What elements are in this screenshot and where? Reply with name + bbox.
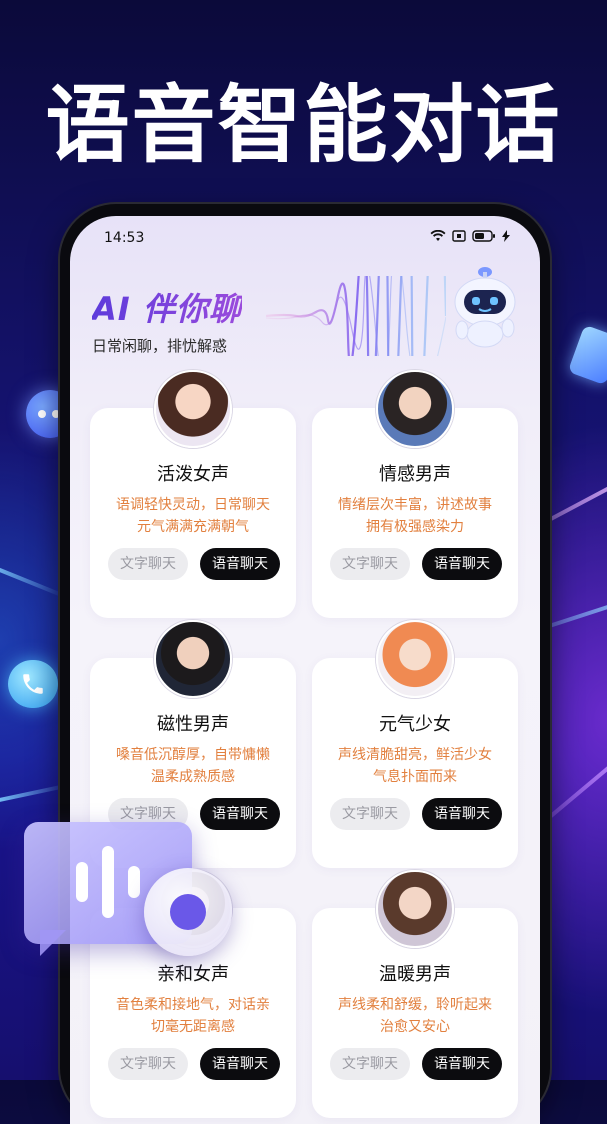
voice-description-line: 情绪层次丰富，讲述故事 (338, 497, 492, 513)
voice-chat-button[interactable]: 语音聊天 (422, 798, 502, 830)
voice-description: 情绪层次丰富，讲述故事 拥有极强感染力 (322, 494, 508, 538)
voice-description-line: 治愈又安心 (380, 1019, 450, 1035)
voice-description-line: 音色柔和接地气，对话亲 (116, 997, 270, 1013)
voice-description-line: 声线柔和舒缓，聆听起来 (338, 997, 492, 1013)
voice-name: 亲和女声 (157, 964, 229, 985)
audio-bar (128, 866, 140, 898)
robot-mascot-icon (454, 267, 516, 348)
brand-title: AI 伴你聊 (92, 284, 242, 330)
voice-description: 语调轻快灵动，日常聊天 元气满满充满朝气 (100, 494, 286, 538)
status-time: 14:53 (104, 230, 145, 246)
sound-wave-icon (266, 276, 446, 356)
floating-card-decoration (567, 324, 607, 386)
voice-description: 音色柔和接地气，对话亲 切毫无距离感 (100, 994, 286, 1038)
text-chat-button[interactable]: 文字聊天 (330, 548, 410, 580)
wifi-icon (430, 230, 446, 241)
battery-icon (472, 230, 495, 242)
voice-chat-button[interactable]: 语音聊天 (422, 1048, 502, 1080)
promo-headline: 语音智能对话 (45, 76, 562, 174)
record-icon (144, 868, 232, 956)
voice-description: 嗓音低沉醇厚，自带慵懒 温柔成熟质感 (100, 744, 286, 788)
voice-description-line: 语调轻快灵动，日常聊天 (116, 497, 270, 513)
voice-description-line: 嗓音低沉醇厚，自带慵懒 (116, 747, 270, 763)
sim-icon (452, 230, 466, 242)
text-chat-button[interactable]: 文字聊天 (330, 798, 410, 830)
charging-icon (502, 230, 510, 242)
voice-name: 元气少女 (379, 714, 451, 735)
voice-card[interactable]: 温暖男声 声线柔和舒缓，聆听起来 治愈又安心 文字聊天 语音聊天 (312, 870, 518, 1118)
voice-chat-button[interactable]: 语音聊天 (422, 548, 502, 580)
avatar (376, 870, 454, 948)
audio-bar (76, 862, 88, 902)
voice-description-line: 元气满满充满朝气 (137, 519, 249, 535)
voice-description-line: 切毫无距离感 (151, 1019, 235, 1035)
tagline: 日常闲聊，排忧解惑 (92, 337, 228, 355)
phone-frame: 14:53 AI 伴你聊 日常闲聊，排忧解惑 活泼女声 语调轻快灵动，日常聊天 … (60, 204, 550, 1124)
voice-description-line: 拥有极强感染力 (366, 519, 464, 535)
avatar (376, 370, 454, 448)
text-chat-button[interactable]: 文字聊天 (108, 548, 188, 580)
voice-description: 声线清脆甜亮，鲜活少女 气息扑面而来 (322, 744, 508, 788)
phone-call-icon (8, 660, 58, 708)
voice-name: 情感男声 (379, 464, 451, 485)
voice-description: 声线柔和舒缓，聆听起来 治愈又安心 (322, 994, 508, 1038)
voice-description-line: 温柔成熟质感 (151, 769, 235, 785)
bubble-tail (40, 930, 66, 956)
voice-card[interactable]: 活泼女声 语调轻快灵动，日常聊天 元气满满充满朝气 文字聊天 语音聊天 (90, 370, 296, 618)
voice-chat-button[interactable]: 语音聊天 (200, 1048, 280, 1080)
voice-card[interactable]: 元气少女 声线清脆甜亮，鲜活少女 气息扑面而来 文字聊天 语音聊天 (312, 620, 518, 868)
avatar (376, 620, 454, 698)
light-streak (0, 560, 65, 598)
voice-name: 磁性男声 (157, 714, 229, 735)
status-bar: 14:53 (70, 216, 540, 256)
voice-description-line: 气息扑面而来 (373, 769, 457, 785)
voice-chat-button[interactable]: 语音聊天 (200, 548, 280, 580)
avatar (154, 620, 232, 698)
status-icons (430, 230, 510, 242)
voice-name: 活泼女声 (157, 464, 229, 485)
voice-chat-button[interactable]: 语音聊天 (200, 798, 280, 830)
app-screen: 14:53 AI 伴你聊 日常闲聊，排忧解惑 活泼女声 语调轻快灵动，日常聊天 … (70, 216, 540, 1124)
voice-card[interactable]: 情感男声 情绪层次丰富，讲述故事 拥有极强感染力 文字聊天 语音聊天 (312, 370, 518, 618)
text-chat-button[interactable]: 文字聊天 (330, 1048, 410, 1080)
light-streak (0, 783, 69, 804)
voice-name: 温暖男声 (379, 964, 451, 985)
voice-description-line: 声线清脆甜亮，鲜活少女 (338, 747, 492, 763)
record-dot (170, 894, 206, 930)
avatar (154, 370, 232, 448)
audio-bar (102, 846, 114, 918)
text-chat-button[interactable]: 文字聊天 (108, 1048, 188, 1080)
